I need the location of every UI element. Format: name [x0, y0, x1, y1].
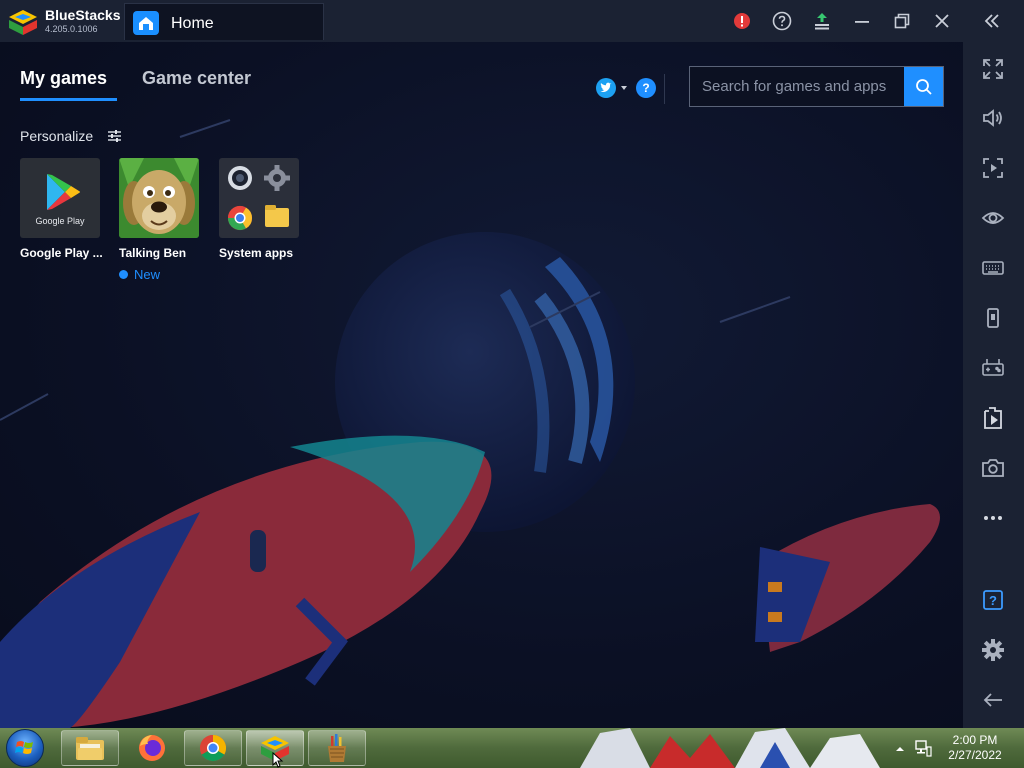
app-talking-ben[interactable]: Talking Ben New — [119, 158, 201, 282]
install-apk-icon[interactable] — [980, 405, 1006, 431]
screen-record-icon[interactable] — [980, 155, 1006, 181]
active-tab-indicator — [20, 98, 117, 101]
talking-ben-icon — [119, 158, 199, 238]
tab-game-center[interactable]: Game center — [142, 68, 251, 89]
app-name: Talking Ben — [119, 246, 187, 260]
search-input[interactable] — [690, 67, 905, 106]
app-name: Google Play ... — [20, 246, 102, 260]
personalize-button[interactable]: Personalize — [20, 128, 121, 148]
help-icon[interactable] — [771, 10, 793, 32]
app-google-play[interactable]: Google Play Google Play ... — [20, 158, 102, 260]
bluestacks-logo — [9, 10, 37, 35]
minimize-icon[interactable] — [851, 10, 873, 32]
collapse-sidebar-icon[interactable] — [981, 10, 1003, 32]
taskbar-pencil-cup[interactable] — [308, 730, 366, 766]
tab-my-games[interactable]: My games — [20, 68, 107, 89]
home-tab-label: Home — [171, 15, 214, 32]
new-badge: New — [119, 267, 201, 282]
home-icon — [133, 11, 159, 35]
more-icon[interactable] — [980, 505, 1006, 531]
taskbar-file-explorer[interactable] — [61, 730, 119, 766]
google-play-icon: Google Play — [20, 158, 100, 238]
pencil-cup-icon — [328, 734, 346, 762]
search-button[interactable] — [904, 67, 943, 106]
right-sidebar: ? — [963, 42, 1024, 728]
sidebar-help-label: ? — [989, 593, 997, 608]
help-button[interactable]: ? — [636, 78, 656, 98]
chevron-down-icon — [621, 86, 627, 90]
close-icon[interactable] — [931, 10, 953, 32]
background-artwork — [0, 119, 940, 728]
search-box — [689, 66, 944, 107]
mouse-cursor-icon — [272, 752, 284, 768]
restore-icon[interactable] — [891, 10, 913, 32]
taskbar-firefox[interactable] — [123, 730, 181, 766]
screenshot-icon[interactable] — [980, 455, 1006, 481]
personalize-label: Personalize — [20, 128, 94, 144]
help-icon[interactable]: ? — [980, 587, 1006, 613]
settings-icon[interactable] — [980, 637, 1006, 663]
windows-taskbar: 2:00 PM 2/27/2022 — [0, 728, 1024, 768]
app-system-apps[interactable]: System apps — [219, 158, 301, 260]
wallpaper-artwork — [580, 728, 880, 768]
eye-icon[interactable] — [980, 205, 1006, 231]
clock-time: 2:00 PM — [952, 733, 998, 747]
update-icon[interactable] — [811, 10, 833, 32]
main-content: My games Game center ? Personalize — [0, 42, 963, 728]
clock[interactable]: 2:00 PM 2/27/2022 — [940, 733, 1010, 763]
new-badge-label: New — [134, 267, 161, 282]
twitter-icon — [596, 78, 627, 98]
system-apps-icon — [219, 158, 299, 238]
title-bar: BlueStacks 4.205.0.1006 Home — [0, 0, 1024, 42]
fullscreen-icon[interactable] — [980, 56, 1006, 82]
tab-home[interactable]: Home — [124, 3, 324, 40]
new-dot — [119, 270, 128, 279]
back-icon[interactable] — [980, 687, 1006, 713]
keyboard-icon[interactable] — [980, 255, 1006, 281]
taskbar-chrome[interactable] — [184, 730, 242, 766]
divider — [664, 74, 665, 104]
volume-icon[interactable] — [980, 105, 1006, 131]
sliders-icon — [108, 130, 121, 142]
start-button[interactable] — [6, 729, 44, 767]
google-play-caption: Google Play — [35, 216, 85, 226]
windows-logo-icon — [15, 741, 33, 754]
app-version: 4.205.0.1006 — [45, 24, 98, 34]
gamepad-icon[interactable] — [980, 355, 1006, 381]
file-explorer-icon — [76, 737, 104, 760]
show-hidden-icons-icon[interactable] — [894, 742, 906, 754]
clock-date: 2/27/2022 — [948, 748, 1002, 762]
twitter-share-button[interactable] — [595, 77, 633, 99]
app-name: BlueStacks — [45, 7, 121, 23]
alert-icon[interactable] — [731, 10, 753, 32]
shake-icon[interactable] — [980, 305, 1006, 331]
app-name: System apps — [219, 246, 294, 260]
network-icon[interactable] — [914, 739, 932, 757]
firefox-icon — [139, 735, 165, 761]
system-tray: 2:00 PM 2/27/2022 — [888, 728, 1024, 768]
search-icon — [915, 78, 932, 95]
brand: BlueStacks 4.205.0.1006 — [8, 6, 123, 36]
chrome-icon — [199, 734, 227, 762]
